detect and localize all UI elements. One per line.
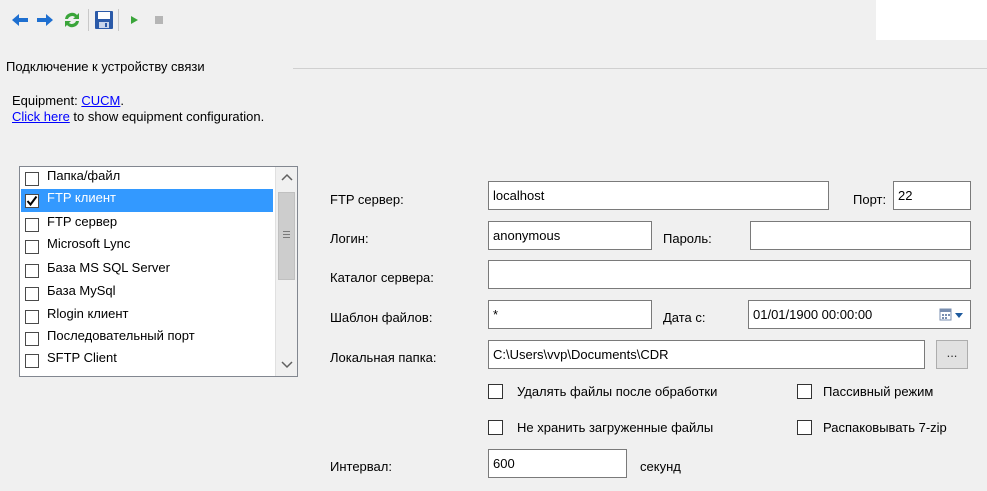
equipment-config-hint: Click here to show equipment configurati… xyxy=(12,109,264,124)
arrow-right-icon xyxy=(37,14,53,26)
toolbar-blank-area xyxy=(876,0,987,40)
list-item-label: База MS SQL Server xyxy=(47,260,170,275)
unpack-7zip-checkbox[interactable] xyxy=(797,420,812,435)
source-type-list[interactable]: Папка/файл FTP клиент FTP сервер Microsoft … xyxy=(19,166,298,377)
interval-unit-label: секунд xyxy=(640,459,681,474)
forward-button[interactable] xyxy=(34,9,56,31)
equipment-prefix: Equipment: xyxy=(12,93,82,108)
toolbar-separator xyxy=(118,9,119,31)
list-item[interactable]: FTP сервер xyxy=(21,213,273,236)
list-item-checkbox[interactable] xyxy=(25,310,39,324)
checkmark-icon xyxy=(26,195,38,207)
refresh-button[interactable] xyxy=(61,9,83,31)
passive-mode-checkbox[interactable] xyxy=(797,384,812,399)
login-label: Логин: xyxy=(330,231,369,246)
list-item[interactable]: Папка/файл xyxy=(21,167,273,190)
list-scrollbar[interactable] xyxy=(275,167,297,376)
port-label: Порт: xyxy=(853,192,887,207)
password-input[interactable] xyxy=(750,221,971,250)
list-item-checkbox[interactable] xyxy=(25,332,39,346)
delete-after-label: Удалять файлы после обработки xyxy=(517,384,718,399)
group-divider xyxy=(293,68,987,69)
calendar-dropdown-icon[interactable] xyxy=(939,307,967,323)
save-button[interactable] xyxy=(93,9,115,31)
group-title: Подключение к устройству связи xyxy=(6,59,205,74)
local-folder-label: Локальная папка: xyxy=(330,350,437,365)
list-item-label: FTP клиент xyxy=(47,190,116,205)
list-item-checkbox[interactable] xyxy=(25,218,39,232)
no-store-label: Не хранить загруженные файлы xyxy=(517,420,714,435)
equipment-link[interactable]: CUCM xyxy=(81,93,120,108)
port-input[interactable]: 22 xyxy=(893,181,971,210)
list-item[interactable]: База MySql xyxy=(21,282,273,305)
ftp-server-input[interactable]: localhost xyxy=(488,181,829,210)
arrow-left-icon xyxy=(12,14,28,26)
show-config-link[interactable]: Click here xyxy=(12,109,70,124)
list-item-label: Последовательный порт xyxy=(47,328,195,343)
list-item-checkbox[interactable] xyxy=(25,172,39,186)
toolbar xyxy=(0,0,987,40)
grip-icon xyxy=(283,231,290,238)
browse-button[interactable]: ... xyxy=(936,340,968,369)
list-item-checkbox[interactable] xyxy=(25,194,39,208)
run-button[interactable] xyxy=(123,9,145,31)
catalog-input[interactable] xyxy=(488,260,971,289)
equipment-suffix: . xyxy=(120,93,124,108)
date-from-picker[interactable]: 01/01/1900 00:00:00 xyxy=(748,300,971,329)
delete-after-checkbox[interactable] xyxy=(488,384,503,399)
list-item-label: Папка/файл xyxy=(47,168,121,183)
list-item-label: База MySql xyxy=(47,283,116,298)
login-input[interactable]: anonymous xyxy=(488,221,652,250)
list-item-checkbox[interactable] xyxy=(25,287,39,301)
list-item[interactable]: Последовательный порт xyxy=(21,327,273,350)
floppy-disk-icon xyxy=(95,11,113,29)
no-store-checkbox[interactable] xyxy=(488,420,503,435)
stop-icon xyxy=(155,16,163,24)
interval-input[interactable]: 600 xyxy=(488,449,627,478)
list-item[interactable]: Microsoft Lync xyxy=(21,235,273,258)
chevron-up-icon[interactable] xyxy=(280,171,294,185)
list-item-checkbox[interactable] xyxy=(25,240,39,254)
interval-label: Интервал: xyxy=(330,459,392,474)
file-template-label: Шаблон файлов: xyxy=(330,310,433,325)
toolbar-separator xyxy=(88,9,89,31)
list-item[interactable]: База MS SQL Server xyxy=(21,259,273,282)
play-icon xyxy=(131,16,138,24)
date-from-value: 01/01/1900 00:00:00 xyxy=(753,307,873,322)
stop-button[interactable] xyxy=(148,9,170,31)
scrollbar-thumb[interactable] xyxy=(278,192,295,280)
list-item[interactable]: Rlogin клиент xyxy=(21,305,273,328)
connection-group: Подключение к устройству связи Equipment… xyxy=(0,40,987,491)
list-item[interactable]: SFTP Client xyxy=(21,349,273,372)
list-item[interactable]: FTP клиент xyxy=(21,189,273,212)
list-item-label: FTP сервер xyxy=(47,214,118,229)
passive-mode-label: Пассивный режим xyxy=(823,384,934,399)
list-item-label: Rlogin клиент xyxy=(47,306,129,321)
file-template-input[interactable]: * xyxy=(488,300,652,329)
equipment-info: Equipment: CUCM. xyxy=(12,93,124,108)
list-item-label: SFTP Client xyxy=(47,350,117,365)
catalog-label: Каталог сервера: xyxy=(330,270,434,285)
show-config-text: to show equipment configuration. xyxy=(69,109,265,124)
refresh-icon xyxy=(65,12,79,28)
chevron-down-icon[interactable] xyxy=(280,357,294,371)
list-item-label: Microsoft Lync xyxy=(47,236,131,251)
list-item-checkbox[interactable] xyxy=(25,354,39,368)
list-item-checkbox[interactable] xyxy=(25,264,39,278)
ftp-server-label: FTP сервер: xyxy=(330,192,404,207)
date-from-label: Дата с: xyxy=(663,310,706,325)
unpack-7zip-label: Распаковывать 7-zip xyxy=(823,420,947,435)
password-label: Пароль: xyxy=(663,231,712,246)
ftp-client-settings-window: Подключение к устройству связи Equipment… xyxy=(0,0,987,491)
local-folder-input[interactable]: C:\Users\vvp\Documents\CDR xyxy=(488,340,925,369)
back-button[interactable] xyxy=(9,9,31,31)
